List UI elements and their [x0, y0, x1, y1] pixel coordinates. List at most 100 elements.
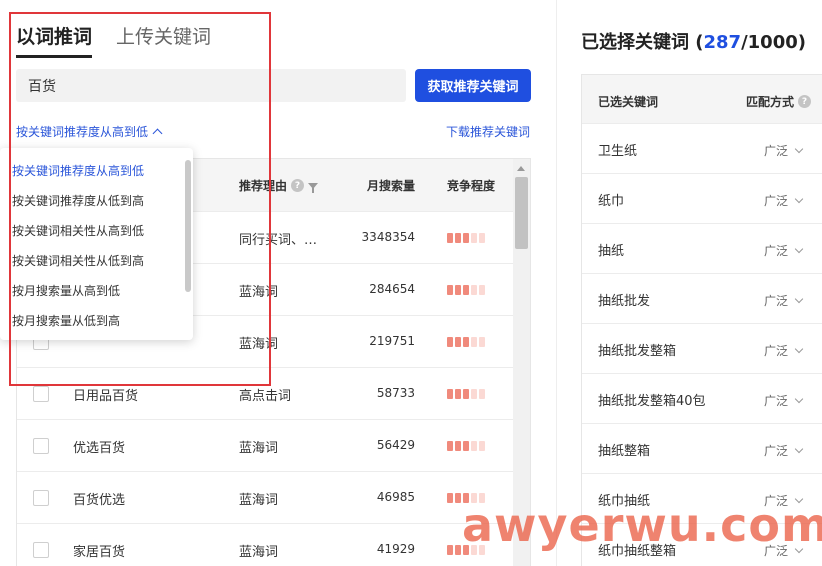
chevron-down-icon — [794, 394, 804, 404]
competition-segment — [455, 493, 461, 503]
competition-segment — [447, 233, 453, 243]
competition-segment — [479, 545, 485, 555]
row-checkbox[interactable] — [33, 438, 49, 454]
scroll-up-icon[interactable] — [517, 166, 525, 171]
row-checkbox[interactable] — [33, 490, 49, 506]
table-row[interactable]: 家居百货 蓝海词 41929 — [17, 523, 515, 566]
tab-bar: 以词推词 上传关键词 — [16, 22, 211, 58]
match-type-select[interactable]: 广泛 — [764, 192, 804, 209]
tab-word-to-word[interactable]: 以词推词 — [16, 22, 93, 58]
row-keyword: 日用品百货 — [73, 389, 139, 404]
competition-segment — [463, 337, 469, 347]
competition-bar — [447, 493, 485, 503]
sort-option[interactable]: 按月搜索量从低到高 — [0, 306, 193, 336]
sort-option[interactable]: 按关键词推荐度从低到高 — [0, 186, 193, 216]
competition-bar — [447, 389, 485, 399]
competition-bar — [447, 545, 485, 555]
competition-segment — [471, 285, 477, 295]
sort-option[interactable]: 按关键词相关性从高到低 — [0, 216, 193, 246]
match-type-select[interactable]: 广泛 — [764, 142, 804, 159]
header-match-type: 匹配方式 ? — [746, 93, 812, 110]
competition-bar — [447, 233, 485, 243]
selected-keyword: 抽纸批发整箱40包 — [598, 394, 706, 409]
scrollbar-thumb[interactable] — [515, 177, 528, 249]
selected-keyword: 抽纸 — [598, 244, 625, 259]
fetch-recommended-keywords-button[interactable]: 获取推荐关键词 — [415, 69, 531, 102]
keyword-recommend-panel: 以词推词 上传关键词 获取推荐关键词 按关键词推荐度从高到低 下载推荐关键词 推… — [0, 0, 556, 566]
match-type-label: 广泛 — [764, 544, 789, 558]
tab-upload-keywords[interactable]: 上传关键词 — [116, 22, 211, 58]
download-recommended-keywords-link[interactable]: 下载推荐关键词 — [446, 123, 530, 140]
competition-segment — [455, 441, 461, 451]
selected-keyword-row: 纸巾抽纸整箱 广泛 — [582, 523, 822, 566]
dropdown-scrollbar[interactable] — [185, 160, 191, 292]
row-volume: 46985 — [376, 490, 415, 504]
match-type-select[interactable]: 广泛 — [764, 392, 804, 409]
match-type-select[interactable]: 广泛 — [764, 342, 804, 359]
match-type-select[interactable]: 广泛 — [764, 542, 804, 559]
table-row[interactable]: 优选百货 蓝海词 56429 — [17, 419, 515, 471]
competition-segment — [471, 441, 477, 451]
help-icon[interactable]: ? — [291, 179, 305, 192]
selected-keyword-row: 抽纸整箱 广泛 — [582, 423, 822, 473]
competition-segment — [455, 389, 461, 399]
competition-segment — [455, 545, 461, 555]
selected-keyword: 卫生纸 — [598, 144, 638, 159]
chevron-down-icon — [794, 194, 804, 204]
competition-segment — [455, 285, 461, 295]
header-reason-label: 推荐理由 — [239, 179, 288, 193]
competition-segment — [471, 389, 477, 399]
chevron-down-icon — [794, 444, 804, 454]
sort-option[interactable]: 按关键词相关性从低到高 — [0, 246, 193, 276]
row-reason: 蓝海词 — [239, 545, 279, 560]
sort-selector[interactable]: 按关键词推荐度从高到低 — [16, 123, 163, 140]
match-type-label: 广泛 — [764, 344, 789, 358]
row-volume: 41929 — [376, 542, 415, 556]
sort-option[interactable]: 按月搜索量从高到低 — [0, 276, 193, 306]
sort-option[interactable]: 按关键词推荐度从高到低 — [0, 156, 193, 186]
selected-keyword: 抽纸批发整箱 — [598, 344, 677, 359]
competition-segment — [463, 441, 469, 451]
selected-count: 287 — [703, 32, 742, 53]
filter-icon[interactable] — [308, 182, 319, 193]
panel-divider — [556, 0, 557, 566]
row-reason: 蓝海词 — [239, 441, 279, 456]
match-type-select[interactable]: 广泛 — [764, 292, 804, 309]
help-icon[interactable]: ? — [798, 95, 812, 108]
header-selected-keyword: 已选关键词 — [598, 95, 659, 109]
match-type-select[interactable]: 广泛 — [764, 242, 804, 259]
competition-segment — [479, 233, 485, 243]
competition-segment — [463, 493, 469, 503]
competition-bar — [447, 285, 485, 295]
selected-keyword: 抽纸批发 — [598, 294, 651, 309]
row-volume: 58733 — [376, 386, 415, 400]
match-type-select[interactable]: 广泛 — [764, 492, 804, 509]
competition-segment — [447, 285, 453, 295]
header-volume[interactable]: 月搜索量 — [367, 177, 415, 194]
row-volume: 3348354 — [361, 230, 415, 244]
row-reason: 蓝海词 — [239, 285, 279, 300]
selected-keyword-row: 纸巾 广泛 — [582, 173, 822, 223]
sort-dropdown-menu: 按关键词推荐度从高到低 按关键词推荐度从低到高 按关键词相关性从高到低 按关键词相关性… — [0, 148, 193, 340]
selected-title-suffix: /1000) — [741, 32, 806, 53]
selected-keywords-table: 已选关键词 匹配方式 ? 卫生纸 广泛 纸巾 广泛 抽纸 广泛 抽纸批发 广泛 抽纸批发整箱 广泛… — [581, 74, 822, 566]
table-scrollbar[interactable] — [513, 159, 530, 566]
match-type-select[interactable]: 广泛 — [764, 442, 804, 459]
row-checkbox[interactable] — [33, 386, 49, 402]
header-competition[interactable]: 竞争程度 — [447, 177, 495, 194]
chevron-down-icon — [794, 294, 804, 304]
competition-segment — [455, 337, 461, 347]
seed-keyword-input[interactable] — [16, 69, 406, 102]
selected-keyword: 抽纸整箱 — [598, 444, 651, 459]
row-volume: 56429 — [376, 438, 415, 452]
table-row[interactable]: 百货优选 蓝海词 46985 — [17, 471, 515, 523]
chevron-up-icon — [152, 128, 163, 139]
row-checkbox[interactable] — [33, 542, 49, 558]
table-row[interactable]: 日用品百货 高点击词 58733 — [17, 367, 515, 419]
selected-keyword-row: 纸巾抽纸 广泛 — [582, 473, 822, 523]
selected-title-prefix: 已选择关键词 ( — [581, 32, 704, 53]
competition-segment — [479, 389, 485, 399]
competition-segment — [479, 285, 485, 295]
chevron-down-icon — [794, 494, 804, 504]
competition-segment — [471, 545, 477, 555]
